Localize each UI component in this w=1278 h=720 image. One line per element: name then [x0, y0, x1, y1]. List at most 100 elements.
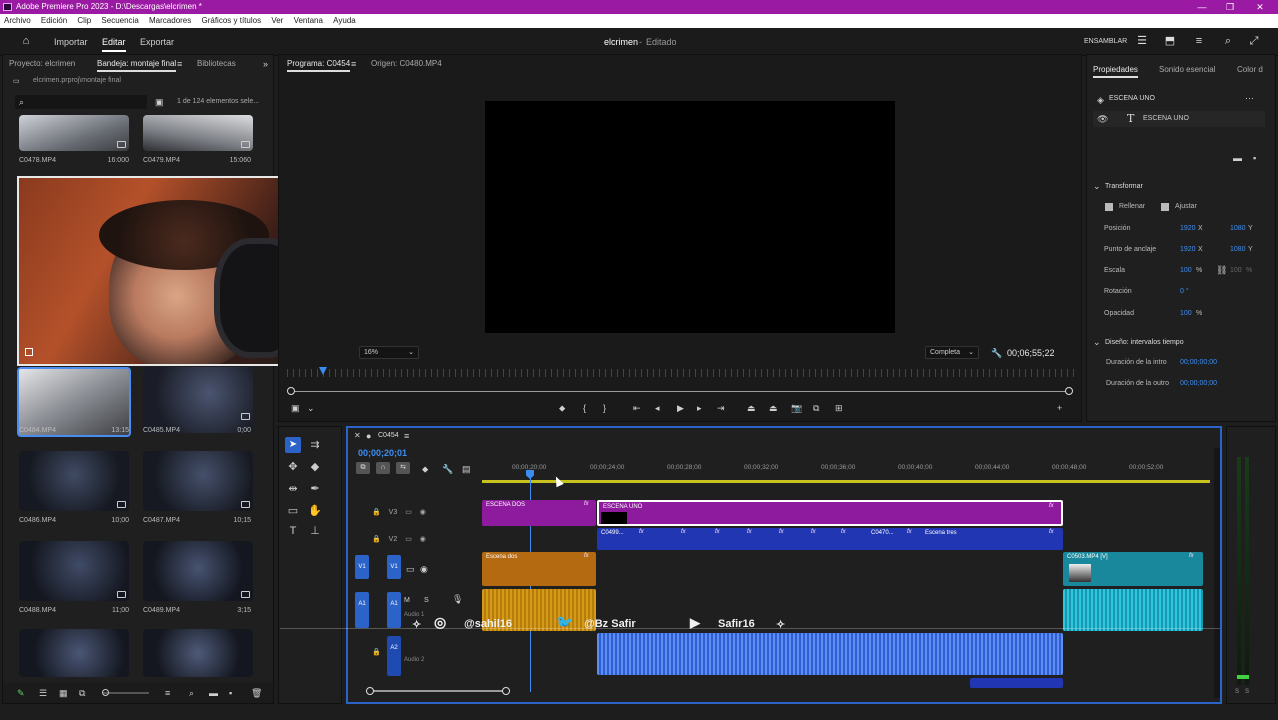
solo-icon[interactable]: S [424, 596, 429, 606]
prop-anchor-y[interactable]: 1080 [1230, 246, 1246, 253]
workspace-export[interactable]: Exportar [140, 37, 174, 47]
scroll-handle-left[interactable] [287, 387, 295, 395]
icon-view-icon[interactable]: ▦ [59, 688, 68, 698]
prop-scale[interactable]: 100 [1180, 267, 1192, 274]
clip-thumbnail[interactable] [19, 115, 129, 151]
fill-checkbox[interactable] [1105, 203, 1113, 211]
clip-thumbnail[interactable] [143, 451, 253, 511]
scroll-handle-left[interactable] [366, 687, 374, 695]
extract-icon[interactable]: ⏏ [769, 403, 778, 413]
timeline-timecode[interactable]: 00;00;20;01 [358, 448, 407, 458]
track-select-icon[interactable]: ⇉ [307, 437, 323, 453]
tab-program[interactable]: Programa: C0454 [287, 59, 351, 72]
clip-c0503-video[interactable]: C0503.MP4 [V] fx [1063, 552, 1203, 586]
workspace-menu-icon[interactable]: ☰ [1136, 35, 1148, 47]
rectangle-tool-icon[interactable]: ▭ [285, 503, 301, 519]
close-icon[interactable]: ✕ [1246, 0, 1274, 14]
safe-margins-icon[interactable]: ⊞ [835, 403, 843, 413]
text-layer-row[interactable]: 👁 T ESCENA UNO [1093, 111, 1265, 127]
more-options-icon[interactable]: ⋯ [1245, 93, 1254, 103]
tab-source[interactable]: Origen: C0480.MP4 [371, 59, 442, 68]
clip-thumbnail[interactable] [143, 629, 253, 677]
chevron-down-icon[interactable]: ⌄ [1093, 337, 1101, 347]
clip-thumbnail[interactable] [143, 541, 253, 601]
freeform-view-icon[interactable]: ⧉ [79, 688, 85, 698]
work-area-bar[interactable] [482, 480, 1210, 483]
snap-icon[interactable]: ∩ [376, 462, 390, 474]
delete-layer-icon[interactable]: ▪ [1253, 153, 1256, 163]
workspace-label[interactable]: ENSAMBLAR [1084, 38, 1127, 45]
razor-tool-icon[interactable]: ◆ [307, 459, 323, 475]
prop-anchor-x[interactable]: 1920 [1180, 246, 1196, 253]
play-icon[interactable]: ▶ [677, 403, 684, 413]
zoom-slider[interactable] [103, 692, 149, 694]
scroll-handle-right[interactable] [1065, 387, 1073, 395]
wrench-icon[interactable]: 🔧 [991, 348, 1002, 358]
clip-escena-dos-title[interactable]: ESCENA DOS fx [482, 500, 596, 526]
timing-intro-value[interactable]: 00;00;00;00 [1180, 359, 1217, 366]
source-patch-a1[interactable]: A1 [355, 592, 369, 628]
hand-tool-icon[interactable]: ✋ [307, 503, 323, 519]
home-icon[interactable]: ⌂ [20, 35, 32, 47]
timeline-scrollbar[interactable] [366, 690, 510, 692]
workspace-import[interactable]: Importar [54, 37, 88, 47]
target-track-v1[interactable]: V1 [387, 555, 401, 579]
solo-left-label[interactable]: S [1235, 689, 1239, 695]
clip-thumbnail[interactable] [19, 451, 129, 511]
go-to-out-icon[interactable]: ⇥ [717, 403, 725, 413]
tab-properties[interactable]: Propiedades [1093, 65, 1138, 78]
audio-clip-a3[interactable] [970, 678, 1063, 688]
prop-opacity[interactable]: 100 [1180, 310, 1192, 317]
clip-escena-dos-video[interactable]: Escena dos fx [482, 552, 596, 586]
zoom-scroll-bar[interactable] [291, 391, 1071, 392]
eye-icon[interactable]: 👁 [1097, 114, 1108, 124]
clip-thumbnail[interactable] [143, 367, 253, 433]
prop-position-y[interactable]: 1080 [1230, 225, 1246, 232]
nest-icon[interactable]: ⧉ [356, 462, 370, 474]
target-track-a1[interactable]: A1 [387, 592, 401, 628]
marker-icon[interactable]: ⬥ [559, 403, 565, 413]
ripple-edit-icon[interactable]: ⇹ [285, 481, 301, 497]
vertical-scrollbar[interactable] [1214, 448, 1220, 698]
caption-tool-icon[interactable]: ⊥ [307, 523, 323, 539]
prop-scale-height[interactable]: 100 [1230, 267, 1242, 274]
sequence-menu-icon[interactable]: ≡ [404, 431, 409, 441]
find-icon[interactable]: ⌕ [189, 688, 194, 698]
sort-icon[interactable]: ≡ [165, 688, 170, 698]
sync-icon[interactable]: ▭ [405, 536, 412, 543]
new-layer-icon[interactable]: ▬ [1233, 153, 1242, 163]
menu-ventana[interactable]: Ventana [290, 14, 327, 28]
tab-color[interactable]: Color d [1237, 65, 1263, 74]
zoom-slider-handle[interactable] [102, 689, 109, 696]
tab-bin[interactable]: Bandeja: montaje final [97, 59, 177, 72]
eye-icon[interactable]: ◉ [420, 509, 426, 516]
tab-essential-sound[interactable]: Sonido esencial [1159, 65, 1215, 74]
solo-right-label[interactable]: S [1245, 689, 1249, 695]
eye-icon[interactable]: ◉ [420, 536, 426, 543]
tab-project[interactable]: Proyecto: elcrimen [9, 59, 75, 68]
workspace-edit[interactable]: Editar [102, 37, 126, 52]
sync-icon[interactable]: ▭ [406, 564, 415, 574]
clip-v2-sequence[interactable]: C0499... C0470... Escena tres fx fx fx f… [597, 528, 1063, 550]
clip-thumbnail[interactable] [143, 115, 253, 151]
fullscreen-icon[interactable]: ⤢ [1248, 35, 1260, 47]
export-frame-icon[interactable]: 📷 [791, 403, 802, 413]
pencil-icon[interactable]: ✎ [17, 688, 25, 698]
source-patch-v1[interactable]: V1 [355, 555, 369, 579]
lock-icon[interactable]: 🔒 [372, 536, 381, 543]
search-input[interactable]: ⌕ [15, 95, 147, 109]
chevron-down-icon[interactable]: ⌄ [1093, 181, 1101, 191]
chevron-down-icon[interactable]: ⌄ [307, 403, 315, 413]
compare-icon[interactable]: ⧉ [813, 403, 819, 413]
prop-rotation[interactable]: 0 ° [1180, 288, 1189, 295]
audio-clip-a2[interactable] [597, 633, 1063, 675]
minimize-icon[interactable]: — [1188, 0, 1216, 14]
captions-icon[interactable]: ▤ [462, 464, 471, 474]
tab-libraries[interactable]: Bibliotecas [197, 59, 236, 68]
close-sequence-icon[interactable]: ✕ [354, 431, 361, 441]
menu-secuencia[interactable]: Secuencia [97, 14, 142, 28]
maximize-icon[interactable]: ❐ [1216, 0, 1244, 14]
pen-tool-icon[interactable]: ✒ [307, 481, 323, 497]
program-menu-icon[interactable]: ≡ [351, 59, 356, 69]
menu-lines-icon[interactable]: ≡ [1193, 35, 1205, 47]
